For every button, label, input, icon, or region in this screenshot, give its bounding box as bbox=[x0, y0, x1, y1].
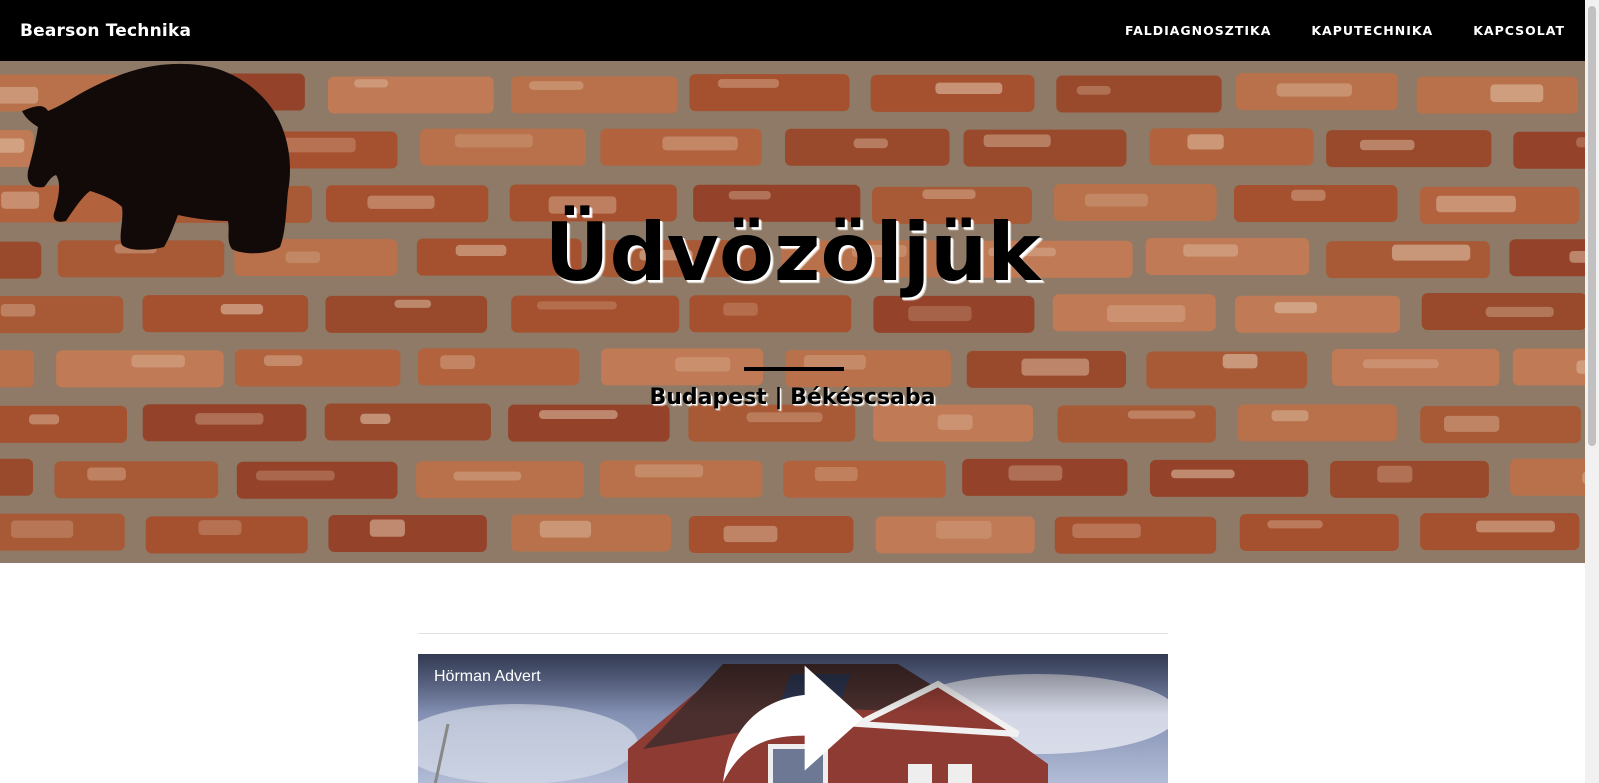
brick bbox=[0, 405, 127, 443]
brick bbox=[327, 76, 494, 114]
brick-texture bbox=[453, 471, 522, 481]
brick bbox=[1149, 459, 1309, 497]
content-separator bbox=[418, 633, 1168, 634]
brick-texture bbox=[1271, 410, 1309, 422]
brick bbox=[511, 295, 680, 333]
brick-texture bbox=[922, 189, 976, 199]
brick-texture bbox=[937, 414, 973, 430]
brick-texture bbox=[936, 520, 992, 539]
top-navbar: Bearson Technika FALDIAGNOSZTIKA KAPUTEC… bbox=[0, 0, 1585, 61]
brick-texture bbox=[440, 355, 475, 370]
brick-texture bbox=[394, 299, 432, 308]
hero-title: Üdvözöljük bbox=[544, 206, 1041, 299]
brick-texture bbox=[263, 355, 303, 366]
nav-links: FALDIAGNOSZTIKA KAPUTECHNIKA KAPCSOLAT bbox=[1125, 23, 1565, 38]
nav-link-kapcsolat[interactable]: KAPCSOLAT bbox=[1473, 23, 1565, 38]
hero-divider bbox=[744, 367, 844, 371]
nav-link-kaputechnika[interactable]: KAPUTECHNIKA bbox=[1311, 23, 1433, 38]
brick bbox=[1510, 458, 1585, 496]
brick-texture bbox=[1021, 358, 1090, 376]
brick-texture bbox=[723, 525, 778, 543]
brick bbox=[688, 404, 856, 442]
brick-texture bbox=[0, 304, 36, 317]
brick-texture bbox=[1476, 520, 1556, 533]
brick-texture bbox=[1267, 520, 1323, 529]
brick-texture bbox=[536, 301, 617, 310]
brick bbox=[328, 514, 487, 552]
brick-texture bbox=[256, 470, 335, 481]
brick bbox=[0, 458, 34, 496]
brick-texture bbox=[1106, 305, 1186, 323]
scrollbar-thumb[interactable] bbox=[1588, 6, 1596, 446]
brick bbox=[1149, 128, 1314, 166]
brick bbox=[0, 350, 35, 388]
brick-texture bbox=[746, 412, 823, 423]
brick-texture bbox=[539, 520, 592, 538]
brick-texture bbox=[723, 302, 758, 316]
brick-texture bbox=[220, 303, 264, 315]
brick-texture bbox=[1084, 193, 1148, 207]
brick-texture bbox=[1276, 83, 1352, 97]
brick bbox=[1512, 348, 1585, 386]
brick bbox=[1513, 131, 1585, 169]
brick-texture bbox=[529, 81, 584, 90]
brick-texture bbox=[728, 190, 771, 200]
brick-texture bbox=[28, 414, 60, 425]
brick-texture bbox=[539, 410, 618, 419]
video-embed[interactable]: Hörman Advert bbox=[418, 654, 1168, 783]
brick bbox=[783, 460, 946, 498]
share-arrow-icon[interactable] bbox=[418, 654, 1168, 783]
hero-subtitle: Budapest | Békéscsaba bbox=[649, 385, 936, 410]
brick-texture bbox=[1291, 189, 1326, 201]
brick-texture bbox=[1359, 139, 1415, 151]
brick bbox=[1239, 513, 1399, 551]
brick bbox=[1235, 295, 1401, 333]
brick-texture bbox=[1072, 523, 1141, 538]
brick-texture bbox=[1576, 360, 1585, 374]
brick-texture bbox=[1576, 137, 1585, 148]
hero-header: Üdvözöljük Budapest | Békéscsaba bbox=[0, 61, 1585, 563]
page: Bearson Technika FALDIAGNOSZTIKA KAPUTEC… bbox=[0, 0, 1599, 783]
brick-texture bbox=[634, 464, 704, 478]
brick-texture bbox=[814, 466, 858, 482]
brick-texture bbox=[853, 138, 888, 149]
brick-texture bbox=[454, 134, 533, 148]
brick-texture bbox=[717, 79, 780, 88]
brick-texture bbox=[908, 306, 972, 322]
brick-texture bbox=[198, 520, 242, 536]
brick-texture bbox=[1222, 354, 1258, 369]
brick-texture bbox=[195, 413, 264, 425]
brick-texture bbox=[11, 520, 74, 538]
brick bbox=[508, 404, 670, 442]
brick-texture bbox=[131, 354, 185, 368]
brick-texture bbox=[360, 413, 391, 425]
brand-link[interactable]: Bearson Technika bbox=[20, 21, 191, 41]
nav-link-faldiagnosztika[interactable]: FALDIAGNOSZTIKA bbox=[1125, 23, 1271, 38]
brick-texture bbox=[87, 467, 126, 481]
page-scrollbar[interactable] bbox=[1585, 0, 1599, 783]
brick-texture bbox=[354, 79, 389, 88]
brick-texture bbox=[1127, 410, 1196, 419]
brick-texture bbox=[1444, 415, 1500, 432]
brick-texture bbox=[983, 134, 1051, 148]
brick-texture bbox=[1008, 465, 1063, 481]
brick bbox=[689, 295, 852, 333]
brick-texture bbox=[1362, 359, 1439, 369]
brick-texture bbox=[662, 136, 738, 151]
brick-texture bbox=[1274, 302, 1317, 314]
brick-texture bbox=[369, 519, 405, 537]
brick-texture bbox=[1485, 306, 1554, 317]
brick-texture bbox=[1187, 134, 1224, 150]
brick-texture bbox=[1377, 465, 1413, 483]
brick-texture bbox=[1076, 86, 1111, 95]
brick-texture bbox=[675, 357, 731, 372]
brick-texture bbox=[935, 82, 1003, 94]
brick-texture bbox=[1490, 84, 1544, 103]
brick bbox=[54, 461, 219, 499]
brick bbox=[234, 349, 401, 387]
brick-texture bbox=[1171, 469, 1235, 479]
